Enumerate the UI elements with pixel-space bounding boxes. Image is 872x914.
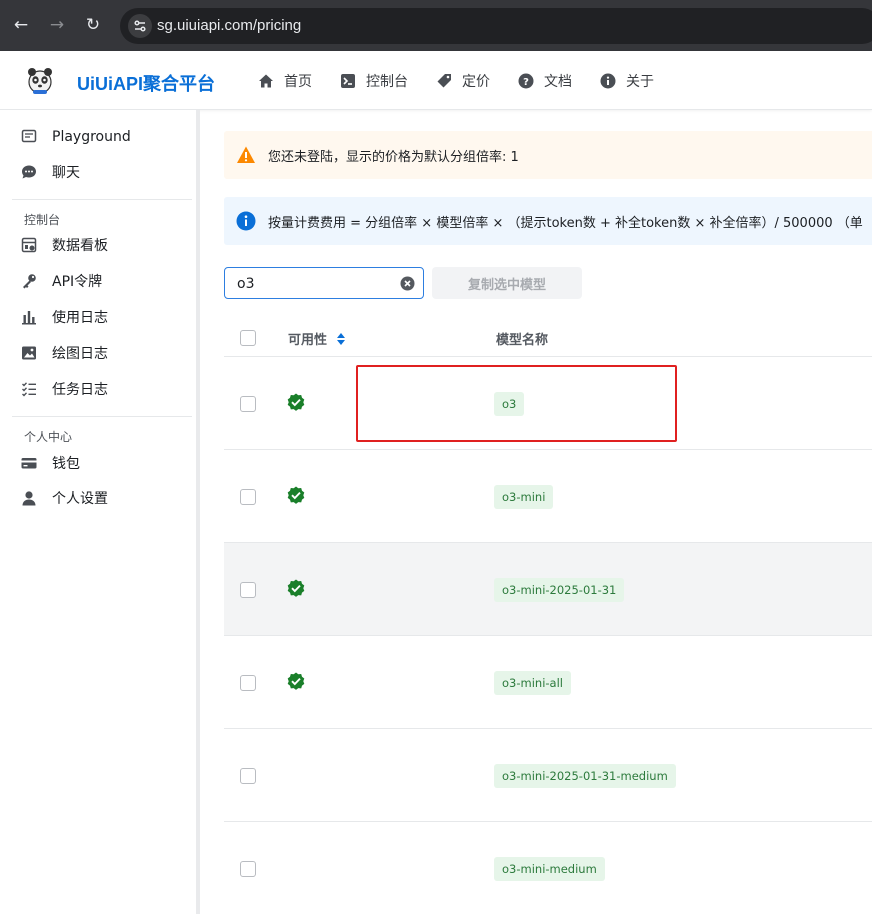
nav-home[interactable]: 首页 <box>258 71 312 91</box>
billing-formula-text: 按量计费费用 = 分组倍率 × 模型倍率 × （提示token数 + 补全tok… <box>268 215 863 231</box>
row-checkbox[interactable] <box>240 582 256 598</box>
bar-chart-icon <box>21 309 37 325</box>
row-checkbox[interactable] <box>240 861 256 877</box>
sidebar-item-label: 绘图日志 <box>52 346 108 362</box>
sidebar-item-label: 数据看板 <box>52 238 108 254</box>
sidebar-item-chat[interactable]: 聊天 <box>0 155 196 189</box>
sidebar-group-personal: 个人中心 <box>24 430 73 444</box>
table-row[interactable]: o3-mini-all <box>224 636 872 729</box>
sidebar-item-label: 个人设置 <box>52 491 108 507</box>
logo-icon[interactable] <box>26 65 54 95</box>
app-header: UiUiAPI聚合平台 首页 控制台 定价 ? 文档 关于 <box>0 51 872 110</box>
sidebar-item-personal-settings[interactable]: 个人设置 <box>0 481 196 515</box>
sidebar-item-label: 钱包 <box>52 456 80 472</box>
model-search-input[interactable] <box>237 275 387 293</box>
url-text[interactable]: sg.uiuiapi.com/pricing <box>157 17 301 34</box>
sidebar: Playground 聊天 控制台 数据看板 API令牌 使用日志 绘图日志 任… <box>0 110 200 914</box>
table-row[interactable]: o3-mini-2025-01-31 <box>224 543 872 636</box>
sidebar-divider <box>12 416 192 417</box>
brand-title[interactable]: UiUiAPI聚合平台 <box>77 70 215 96</box>
sidebar-item-wallet[interactable]: 钱包 <box>0 446 196 480</box>
sidebar-item-api-tokens[interactable]: API令牌 <box>0 264 196 298</box>
sidebar-group-console: 控制台 <box>24 213 61 227</box>
top-nav: 首页 控制台 定价 ? 文档 关于 <box>258 51 682 110</box>
verified-check-icon <box>287 486 305 504</box>
help-circle-icon: ? <box>518 73 534 89</box>
sidebar-item-label: 聊天 <box>52 165 80 181</box>
sidebar-item-label: 使用日志 <box>52 310 108 326</box>
model-search[interactable] <box>224 267 424 299</box>
warning-icon <box>236 145 256 165</box>
nav-console-label: 控制台 <box>366 73 408 90</box>
table-row[interactable]: o3-mini <box>224 450 872 543</box>
model-tag[interactable]: o3-mini <box>494 485 554 509</box>
price-tag-icon <box>436 73 452 89</box>
nav-pricing[interactable]: 定价 <box>436 71 490 91</box>
model-tag[interactable]: o3 <box>494 392 525 416</box>
login-warning-text: 您还未登陆，显示的价格为默认分组倍率: 1 <box>268 149 519 165</box>
sidebar-divider <box>12 199 192 200</box>
chat-icon <box>21 164 37 180</box>
clear-icon[interactable] <box>400 276 415 291</box>
browser-toolbar: ← → ↻ sg.uiuiapi.com/pricing <box>0 0 872 51</box>
dashboard-icon <box>21 237 37 253</box>
info-icon <box>236 211 256 231</box>
row-checkbox[interactable] <box>240 489 256 505</box>
sidebar-item-label: 任务日志 <box>52 382 108 398</box>
svg-text:?: ? <box>523 77 529 88</box>
verified-check-icon <box>287 393 305 411</box>
billing-formula-banner: 按量计费费用 = 分组倍率 × 模型倍率 × （提示token数 + 补全tok… <box>224 197 872 245</box>
key-icon <box>21 273 37 289</box>
nav-console[interactable]: 控制台 <box>340 71 408 91</box>
home-icon <box>258 73 274 89</box>
wallet-icon <box>21 455 37 471</box>
sidebar-item-playground[interactable]: Playground <box>0 120 196 154</box>
table-header: 可用性 模型名称 <box>224 318 872 357</box>
sidebar-item-dashboard[interactable]: 数据看板 <box>0 228 196 262</box>
sidebar-item-usage-logs[interactable]: 使用日志 <box>0 300 196 334</box>
nav-docs[interactable]: ? 文档 <box>518 71 572 91</box>
column-header-label: 可用性 <box>288 333 328 348</box>
nav-docs-label: 文档 <box>544 73 572 90</box>
nav-about[interactable]: 关于 <box>600 71 654 91</box>
row-checkbox[interactable] <box>240 396 256 412</box>
table-row[interactable]: o3-mini-2025-01-31-medium <box>224 729 872 822</box>
row-checkbox[interactable] <box>240 675 256 691</box>
model-tag[interactable]: o3-mini-medium <box>494 857 605 881</box>
model-tag[interactable]: o3-mini-all <box>494 671 571 695</box>
playground-icon <box>21 129 37 145</box>
copy-selected-models-button[interactable]: 复制选中模型 <box>432 267 582 299</box>
table-row[interactable]: o3 <box>224 357 872 450</box>
nav-about-label: 关于 <box>626 73 654 90</box>
column-header-availability[interactable]: 可用性 <box>288 329 346 350</box>
nav-pricing-label: 定价 <box>462 73 490 90</box>
task-list-icon <box>21 381 37 397</box>
forward-arrow-icon[interactable]: → <box>47 15 67 35</box>
model-tag[interactable]: o3-mini-2025-01-31 <box>494 578 625 602</box>
row-checkbox[interactable] <box>240 768 256 784</box>
column-header-model-name: 模型名称 <box>496 333 549 348</box>
reload-icon[interactable]: ↻ <box>83 15 103 35</box>
verified-check-icon <box>287 579 305 597</box>
site-settings-icon[interactable] <box>128 14 152 38</box>
sidebar-item-label: API令牌 <box>52 274 103 290</box>
verified-check-icon <box>287 672 305 690</box>
info-circle-icon <box>600 73 616 89</box>
sidebar-item-drawing-logs[interactable]: 绘图日志 <box>0 336 196 370</box>
terminal-icon <box>340 73 356 89</box>
sidebar-item-task-logs[interactable]: 任务日志 <box>0 372 196 406</box>
sort-icon[interactable] <box>336 332 346 350</box>
model-tag[interactable]: o3-mini-2025-01-31-medium <box>494 764 676 788</box>
address-bar[interactable]: sg.uiuiapi.com/pricing <box>120 8 872 44</box>
table-row[interactable]: o3-mini-medium <box>224 822 872 914</box>
login-warning-banner: 您还未登陆，显示的价格为默认分组倍率: 1 <box>224 131 872 179</box>
nav-home-label: 首页 <box>284 73 312 90</box>
image-icon <box>21 345 37 361</box>
sidebar-item-label: Playground <box>52 129 131 145</box>
select-all-checkbox[interactable] <box>240 330 256 346</box>
back-arrow-icon[interactable]: ← <box>11 15 31 35</box>
user-icon <box>21 490 37 506</box>
